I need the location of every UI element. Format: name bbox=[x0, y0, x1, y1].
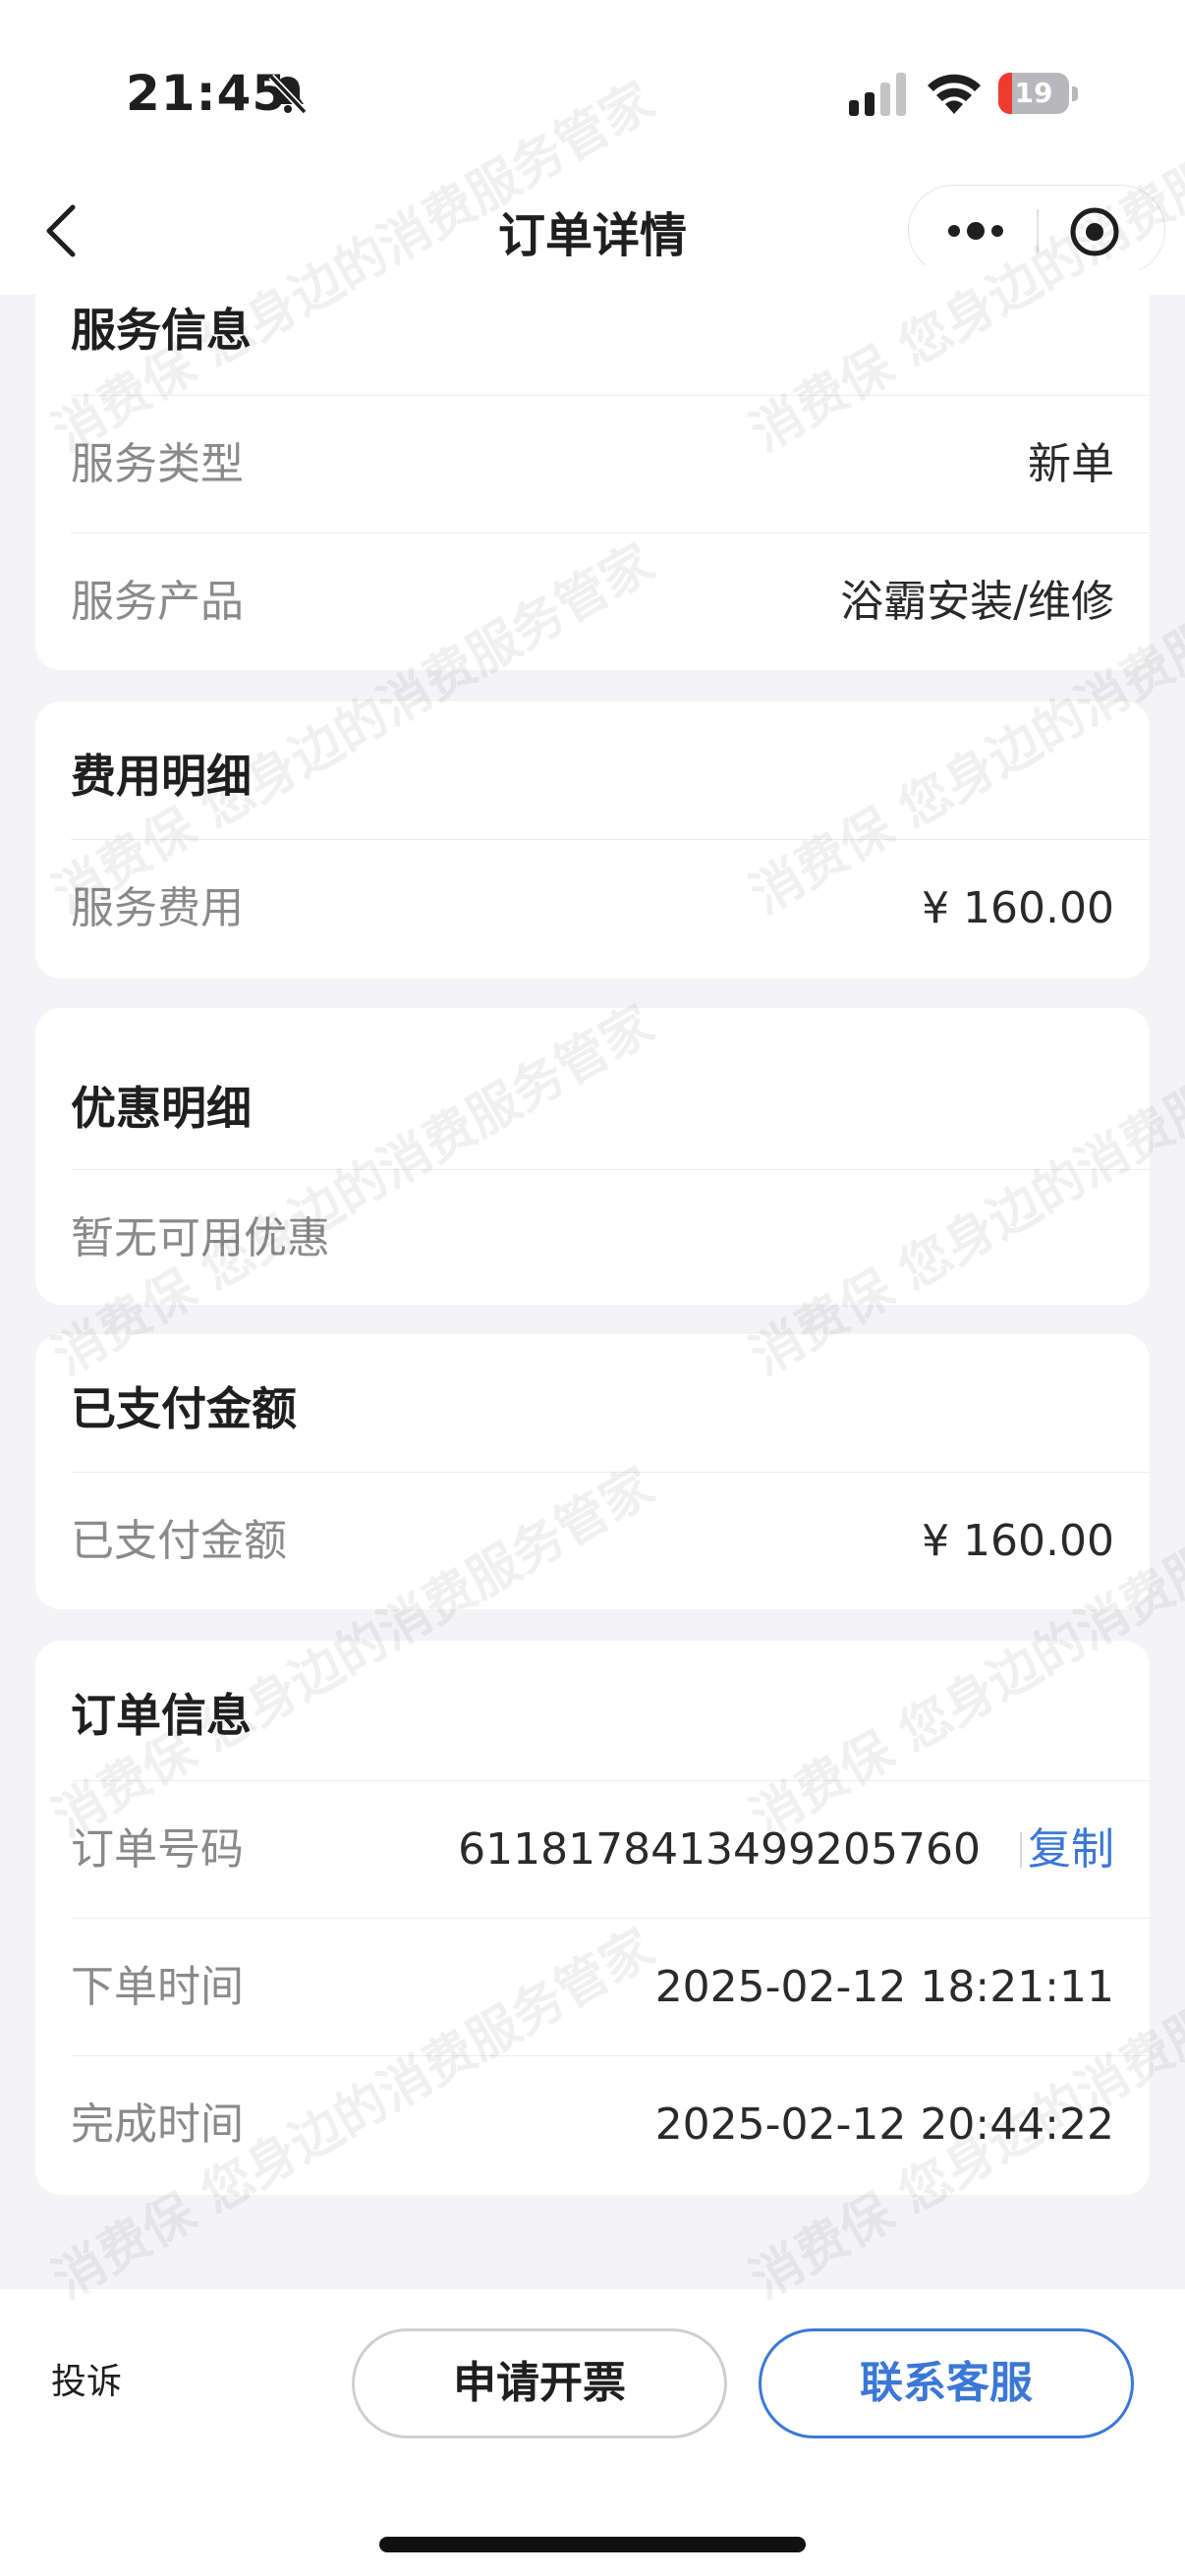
service-fee-value: ¥ 160.00 bbox=[922, 883, 1114, 933]
paid-amount-value: ¥ 160.00 bbox=[922, 1516, 1114, 1566]
close-miniprogram-icon[interactable] bbox=[1068, 205, 1121, 258]
capsule-divider bbox=[1037, 209, 1039, 252]
discount-detail-card: 优惠明细 暂无可用优惠 bbox=[35, 1008, 1150, 1305]
service-type-label: 服务类型 bbox=[71, 439, 244, 489]
order-time-value: 2025-02-12 18:21:11 bbox=[654, 1962, 1114, 2012]
order-info-card: 订单信息 订单号码 6118178413499205760 复制 下单时间 20… bbox=[35, 1641, 1150, 2195]
service-info-card: 服务信息 服务类型 新单 服务产品 浴霸安装/维修 bbox=[35, 265, 1150, 670]
service-product-label: 服务产品 bbox=[71, 577, 244, 627]
order-number-row: 订单号码 6118178413499205760 复制 bbox=[71, 1780, 1150, 1918]
order-time-row: 下单时间 2025-02-12 18:21:11 bbox=[71, 1918, 1150, 2055]
paid-amount-label: 已支付金额 bbox=[71, 1516, 287, 1566]
battery-cap bbox=[1072, 86, 1078, 101]
service-type-value: 新单 bbox=[1028, 439, 1114, 489]
fee-detail-card: 费用明细 服务费用 ¥ 160.00 bbox=[35, 701, 1150, 979]
order-number-label: 订单号码 bbox=[71, 1824, 244, 1875]
status-bar: 21:45 19 bbox=[0, 0, 1185, 177]
bottom-action-bar: 投诉 申请开票 联系客服 bbox=[0, 2289, 1185, 2576]
back-arrow-icon[interactable] bbox=[39, 201, 88, 260]
order-number-value: 6118178413499205760 bbox=[458, 1824, 981, 1875]
paid-amount-title: 已支付金额 bbox=[71, 1382, 297, 1435]
service-type-row: 服务类型 新单 bbox=[71, 395, 1150, 532]
miniprogram-capsule bbox=[908, 185, 1165, 275]
discount-detail-title: 优惠明细 bbox=[71, 1082, 252, 1135]
wifi-icon bbox=[928, 74, 981, 114]
home-indicator[interactable] bbox=[379, 2537, 806, 2552]
battery-indicator: 19 bbox=[998, 73, 1079, 116]
cellular-signal-icon bbox=[849, 73, 906, 116]
battery-percent: 19 bbox=[1014, 77, 1053, 109]
contact-support-button[interactable]: 联系客服 bbox=[759, 2328, 1134, 2438]
more-dots-icon[interactable] bbox=[946, 217, 1005, 245]
finish-time-value: 2025-02-12 20:44:22 bbox=[654, 2100, 1114, 2150]
service-fee-row: 服务费用 ¥ 160.00 bbox=[71, 839, 1150, 977]
order-time-label: 下单时间 bbox=[71, 1962, 244, 2012]
service-product-row: 服务产品 浴霸安装/维修 bbox=[71, 532, 1150, 670]
order-info-title: 订单信息 bbox=[71, 1689, 252, 1742]
discount-empty-row: 暂无可用优惠 bbox=[71, 1169, 1150, 1305]
discount-empty-text: 暂无可用优惠 bbox=[71, 1213, 330, 1263]
apply-invoice-button[interactable]: 申请开票 bbox=[352, 2328, 727, 2438]
paid-amount-card: 已支付金额 已支付金额 ¥ 160.00 bbox=[35, 1334, 1150, 1609]
bell-muted-icon bbox=[268, 74, 308, 115]
fee-detail-title: 费用明细 bbox=[71, 750, 252, 803]
battery-body: 19 bbox=[998, 73, 1069, 114]
service-fee-label: 服务费用 bbox=[71, 883, 244, 933]
complaint-link[interactable]: 投诉 bbox=[51, 2289, 122, 2476]
copy-divider bbox=[1020, 1832, 1022, 1868]
paid-amount-row: 已支付金额 ¥ 160.00 bbox=[71, 1472, 1150, 1609]
finish-time-label: 完成时间 bbox=[71, 2100, 244, 2150]
service-info-title: 服务信息 bbox=[71, 304, 252, 357]
service-product-value: 浴霸安装/维修 bbox=[840, 577, 1114, 627]
finish-time-row: 完成时间 2025-02-12 20:44:22 bbox=[71, 2055, 1150, 2193]
copy-order-number-button[interactable]: 复制 bbox=[1028, 1781, 1114, 1919]
